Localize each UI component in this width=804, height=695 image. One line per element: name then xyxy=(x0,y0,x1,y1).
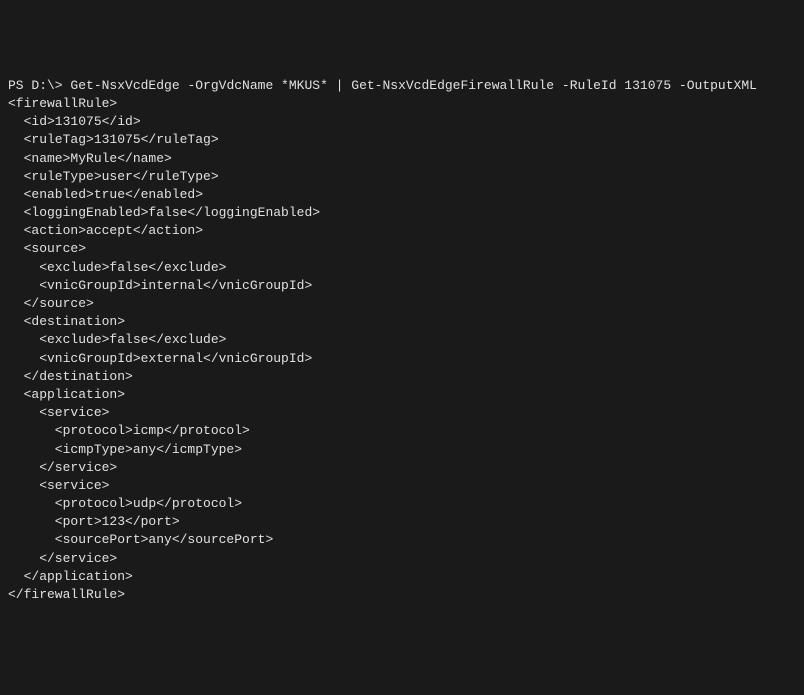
output-line: <firewallRule> xyxy=(8,95,796,113)
output-line: <service> xyxy=(8,404,796,422)
prompt: PS D:\> xyxy=(8,78,70,93)
output-line: <id>131075</id> xyxy=(8,113,796,131)
output-line: </destination> xyxy=(8,368,796,386)
output-line: <application> xyxy=(8,386,796,404)
output-line: <destination> xyxy=(8,313,796,331)
command-text: Get-NsxVcdEdge -OrgVdcName *MKUS* | Get-… xyxy=(70,78,757,93)
output-line: <protocol>icmp</protocol> xyxy=(8,422,796,440)
output-line: <vnicGroupId>external</vnicGroupId> xyxy=(8,350,796,368)
output-line: <service> xyxy=(8,477,796,495)
command-line: PS D:\> Get-NsxVcdEdge -OrgVdcName *MKUS… xyxy=(8,77,796,95)
output-line: <sourcePort>any</sourcePort> xyxy=(8,531,796,549)
output-line: </service> xyxy=(8,550,796,568)
output-line: </source> xyxy=(8,295,796,313)
output-line: <ruleTag>131075</ruleTag> xyxy=(8,131,796,149)
output-line: <source> xyxy=(8,240,796,258)
output-line: <protocol>udp</protocol> xyxy=(8,495,796,513)
xml-output: <firewallRule> <id>131075</id> <ruleTag>… xyxy=(8,95,796,604)
output-line: <vnicGroupId>internal</vnicGroupId> xyxy=(8,277,796,295)
terminal-output[interactable]: PS D:\> Get-NsxVcdEdge -OrgVdcName *MKUS… xyxy=(8,77,796,604)
output-line: <enabled>true</enabled> xyxy=(8,186,796,204)
output-line: <action>accept</action> xyxy=(8,222,796,240)
output-line: <exclude>false</exclude> xyxy=(8,259,796,277)
output-line: <port>123</port> xyxy=(8,513,796,531)
output-line: <icmpType>any</icmpType> xyxy=(8,441,796,459)
output-line: <exclude>false</exclude> xyxy=(8,331,796,349)
output-line: <name>MyRule</name> xyxy=(8,150,796,168)
output-line: </firewallRule> xyxy=(8,586,796,604)
output-line: </service> xyxy=(8,459,796,477)
output-line: <loggingEnabled>false</loggingEnabled> xyxy=(8,204,796,222)
output-line: </application> xyxy=(8,568,796,586)
output-line: <ruleType>user</ruleType> xyxy=(8,168,796,186)
